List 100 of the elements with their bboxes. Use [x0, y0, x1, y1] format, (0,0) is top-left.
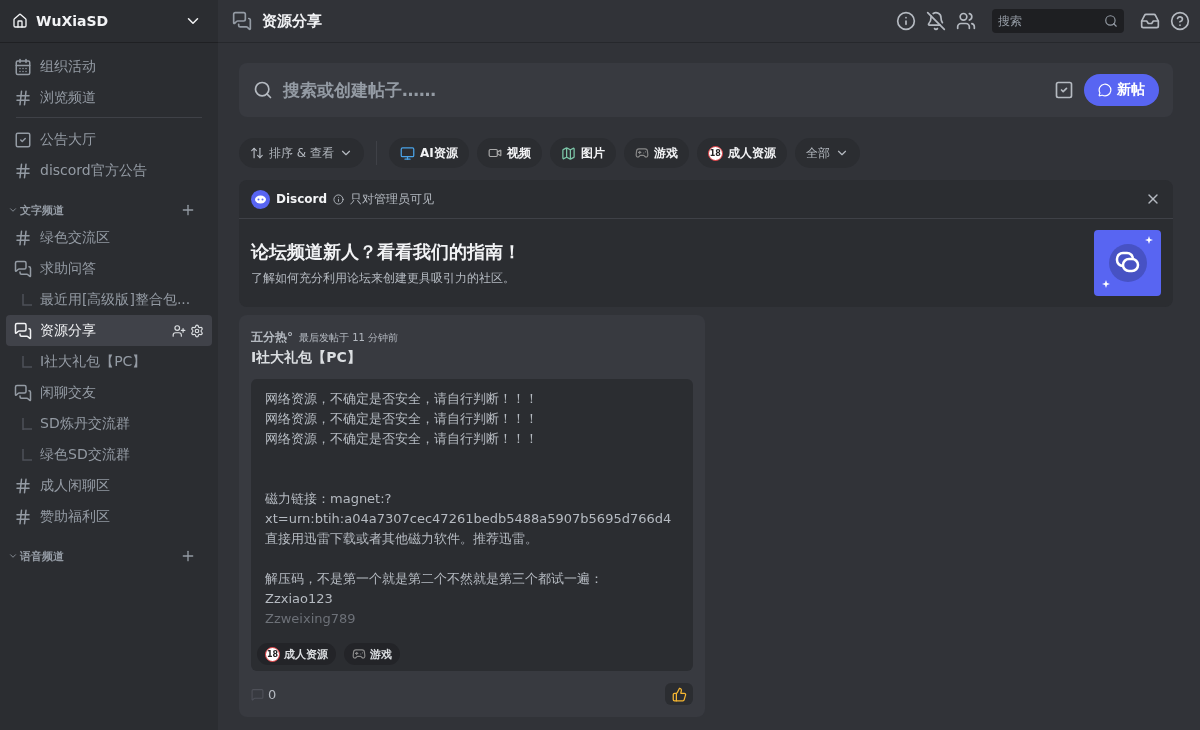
- info-icon: [333, 193, 345, 205]
- checkbox-icon: [14, 130, 32, 149]
- channel-item[interactable]: discord官方公告: [6, 155, 212, 186]
- channel-name: 成人闲聊区: [40, 476, 111, 495]
- comment-count: 0: [268, 686, 277, 702]
- chevron-icon: [8, 551, 18, 561]
- channel-name: 绿色SD交流群: [40, 445, 131, 464]
- channel-item[interactable]: 资源分享: [6, 315, 212, 346]
- reaction-button[interactable]: [665, 683, 693, 705]
- camera-icon: [487, 146, 502, 160]
- channel-title: 资源分享: [262, 11, 323, 31]
- channel-name: 公告大厅: [40, 130, 97, 149]
- preview-text: Zzweixing789: [265, 610, 357, 628]
- hash-icon: [14, 88, 32, 107]
- preview-text: Zzxiao123: [265, 590, 334, 608]
- checkbox-icon: [1054, 80, 1074, 100]
- search-placeholder: 搜索: [998, 12, 1022, 30]
- server-header[interactable]: WuXiaSD: [0, 0, 218, 43]
- new-post-button[interactable]: 新帖: [1084, 74, 1159, 106]
- nav-item[interactable]: 浏览频道: [6, 82, 212, 113]
- nav-item[interactable]: 组织活动: [6, 51, 212, 82]
- channel-item[interactable]: 闲聊交友: [6, 377, 212, 408]
- hash-icon: [14, 476, 32, 495]
- add-channel-icon: [180, 548, 196, 564]
- notice-title: 论坛频道新人？看看我们的指南！: [251, 239, 522, 264]
- thread-branch-icon: [22, 448, 32, 461]
- search-icon: [1104, 14, 1118, 28]
- chevron-icon: [8, 205, 18, 215]
- chat-bubbles-icon: [14, 259, 32, 278]
- settings-icon: [190, 323, 204, 338]
- channel-item[interactable]: 绿色交流区: [6, 222, 212, 253]
- members-icon: [956, 11, 976, 31]
- sort-button[interactable]: 排序 & 查看: [239, 138, 364, 168]
- age-badge: 18: [707, 145, 723, 161]
- add-channel-icon: [180, 202, 196, 218]
- channel-name: I社大礼包【PC】: [40, 352, 148, 371]
- avatar-icon: [251, 189, 270, 209]
- preview-text: xt=urn:btih:a04a7307cec47261bedb5488a5907b5695d766d4: [265, 510, 673, 528]
- channel-item[interactable]: 赞助福利区: [6, 501, 212, 532]
- forum-guide-icon: [1094, 230, 1161, 296]
- channel-item[interactable]: 公告大厅: [6, 124, 212, 155]
- map-icon: [560, 145, 576, 161]
- inbox-icon: [1140, 11, 1160, 31]
- age-badge: 18: [265, 646, 280, 662]
- channel-item[interactable]: I社大礼包【PC】: [6, 346, 212, 377]
- category-header[interactable]: 文字频道: [6, 186, 212, 222]
- chat-bubbles-icon: [14, 321, 32, 340]
- gamepad-icon: [634, 146, 649, 160]
- post-time: 最后发帖于 11 分钟前: [299, 331, 399, 345]
- channel-item[interactable]: 成人闲聊区: [6, 470, 212, 501]
- post-author: 五分热°: [251, 329, 293, 346]
- channel-name: discord官方公告: [40, 161, 148, 180]
- preview-text: 网络资源，不确定是否安全，请自行判断！！！: [265, 410, 539, 428]
- channel-name: 绿色交流区: [40, 228, 111, 247]
- chat-bubbles-icon: [14, 383, 32, 402]
- channel-item[interactable]: SD炼丹交流群: [6, 408, 212, 439]
- thumbs-up-icon: [671, 686, 687, 702]
- tag-filter[interactable]: 18 成人资源: [696, 138, 787, 168]
- search-placeholder: 搜索或创建帖子……: [283, 78, 437, 102]
- tag-filter[interactable]: AI资源: [389, 138, 469, 168]
- thread-branch-icon: [22, 417, 32, 430]
- channel-name: 赞助福利区: [40, 507, 111, 526]
- thread-branch-icon: [22, 355, 32, 368]
- sort-icon: [250, 146, 264, 160]
- calendar-icon: [14, 57, 32, 76]
- category-header[interactable]: 语音频道: [6, 532, 212, 568]
- category-title: 文字频道: [20, 202, 65, 218]
- help-icon: [1170, 11, 1190, 31]
- preview-text: 网络资源，不确定是否安全，请自行判断！！！: [265, 430, 539, 448]
- channel-name: 闲聊交友: [40, 383, 97, 402]
- nav-label: 组织活动: [40, 57, 97, 76]
- hash-icon: [14, 228, 32, 247]
- channel-item[interactable]: 绿色SD交流群: [6, 439, 212, 470]
- comment-icon: [251, 687, 264, 701]
- preview-text: 网络资源，不确定是否安全，请自行判断！！！: [265, 390, 539, 408]
- mute-bell-icon: [926, 11, 946, 31]
- chat-bubble-icon: [1098, 83, 1112, 97]
- post-tag: 游戏: [344, 643, 400, 665]
- all-tags-button[interactable]: 全部: [794, 138, 860, 168]
- channel-item[interactable]: 求助问答: [6, 253, 212, 284]
- preview-text: 磁力链接：magnet:?: [265, 490, 393, 508]
- monitor-icon: [400, 145, 415, 161]
- gamepad-icon: [352, 647, 366, 661]
- tag-filter[interactable]: 图片: [549, 138, 616, 168]
- channel-item[interactable]: 最近用[高级版]整合包...: [6, 284, 212, 315]
- preview-text: 解压码，不是第一个就是第二个不然就是第三个都试一遍：: [265, 570, 604, 588]
- tag-filter[interactable]: 视频: [476, 138, 542, 168]
- tag-filter[interactable]: 游戏: [623, 138, 689, 168]
- post-search-field[interactable]: 搜索或创建帖子…… 新帖: [239, 63, 1173, 117]
- post-tag: 18 成人资源: [257, 643, 336, 665]
- channel-name: 资源分享: [40, 321, 97, 340]
- info-icon: [896, 11, 916, 31]
- thread-branch-icon: [22, 293, 32, 306]
- notice-subtitle: 了解如何充分利用论坛来创建更具吸引力的社区。: [251, 269, 516, 287]
- search-field[interactable]: 搜索: [992, 9, 1124, 33]
- post-card[interactable]: [239, 315, 705, 717]
- search-icon: [253, 80, 273, 100]
- category-title: 语音频道: [20, 548, 65, 564]
- home-icon: [12, 13, 28, 29]
- visibility-note: 只对管理员可见: [350, 190, 435, 208]
